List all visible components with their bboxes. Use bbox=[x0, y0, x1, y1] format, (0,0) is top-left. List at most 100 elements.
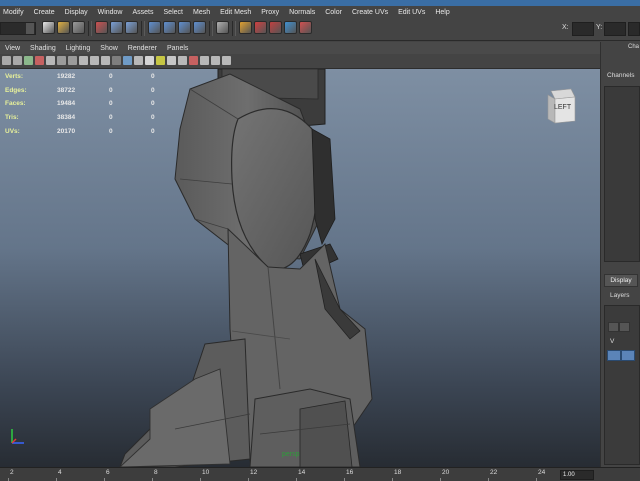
toolbar-icons bbox=[42, 21, 314, 37]
select-hierarchy-icon[interactable] bbox=[95, 21, 108, 34]
x-input[interactable] bbox=[572, 22, 594, 36]
axis-indicator bbox=[11, 429, 24, 444]
new-layer-icon[interactable] bbox=[608, 322, 619, 332]
panel-menu-lighting[interactable]: Lighting bbox=[61, 45, 96, 52]
panel-tool-icon[interactable] bbox=[46, 56, 55, 65]
hud-row: Verts: 19282 0 0 bbox=[5, 70, 193, 84]
menu-display[interactable]: Display bbox=[60, 9, 93, 16]
hud-row: Faces: 19484 0 0 bbox=[5, 97, 193, 111]
time-slider[interactable]: 1.00 2 4 6 8 10 12 14 16 18 20 22 24 bbox=[0, 467, 640, 481]
timeline-tick-label: 20 bbox=[442, 469, 450, 476]
hud-c2: 0 bbox=[151, 100, 155, 108]
panel-tool-icon[interactable] bbox=[189, 56, 198, 65]
panel-menu-view[interactable]: View bbox=[0, 45, 25, 52]
panel-tool-icon[interactable] bbox=[79, 56, 88, 65]
panel-menu-bar: View Shading Lighting Show Renderer Panels bbox=[0, 42, 600, 54]
hud-value: 38722 bbox=[57, 86, 76, 94]
save-scene-icon[interactable] bbox=[72, 21, 85, 34]
panel-tool-icon[interactable] bbox=[57, 56, 66, 65]
panel-tool-icon[interactable] bbox=[2, 56, 11, 65]
hud-c1: 0 bbox=[109, 127, 113, 135]
timeline-tick-label: 6 bbox=[106, 469, 110, 476]
panel-tool-icon[interactable] bbox=[24, 56, 33, 65]
panel-tool-icon[interactable] bbox=[123, 56, 132, 65]
history-icon[interactable] bbox=[216, 21, 229, 34]
channel-box-tab[interactable]: Cha bbox=[628, 44, 639, 50]
layer-row-selected[interactable] bbox=[621, 350, 635, 361]
panel-tool-icon[interactable] bbox=[35, 56, 44, 65]
y-field-label: Y: bbox=[596, 24, 603, 31]
render-icon[interactable] bbox=[239, 21, 252, 34]
hud-value: 38384 bbox=[57, 114, 76, 122]
panel-tool-icon[interactable] bbox=[222, 56, 231, 65]
perspective-viewport[interactable]: Verts: 19282 0 0 Edges: 38722 0 0 Faces: 19484 0 0 T… bbox=[0, 69, 600, 467]
menu-window[interactable]: Window bbox=[93, 9, 128, 16]
open-scene-icon[interactable] bbox=[57, 21, 70, 34]
new-scene-icon[interactable] bbox=[42, 21, 55, 34]
hud-label: Edges: bbox=[5, 86, 27, 94]
panel-tool-icon[interactable] bbox=[101, 56, 110, 65]
panel-tool-icon[interactable] bbox=[112, 56, 121, 65]
snap-curve-icon[interactable] bbox=[163, 21, 176, 34]
panel-tool-icon[interactable] bbox=[134, 56, 143, 65]
display-tab[interactable]: Display bbox=[604, 274, 638, 287]
ipr-render-icon[interactable] bbox=[254, 21, 267, 34]
panel-tool-icon[interactable] bbox=[68, 56, 77, 65]
select-component-icon[interactable] bbox=[125, 21, 138, 34]
hud-label: Verts: bbox=[5, 73, 24, 81]
hud-c2: 0 bbox=[151, 73, 155, 81]
hud-value: 19484 bbox=[57, 100, 76, 108]
hud-c1: 0 bbox=[109, 73, 113, 81]
panel-menu-show[interactable]: Show bbox=[95, 45, 123, 52]
panel-menu-panels[interactable]: Panels bbox=[162, 45, 193, 52]
timeline-tick-label: 22 bbox=[490, 469, 498, 476]
view-cube-label: LEFT bbox=[554, 104, 572, 111]
menu-help[interactable]: Help bbox=[430, 9, 454, 16]
select-object-icon[interactable] bbox=[110, 21, 123, 34]
panel-tool-icon[interactable] bbox=[13, 56, 22, 65]
toolbar-separator bbox=[232, 21, 236, 36]
panel-tool-icon[interactable] bbox=[211, 56, 220, 65]
layers-menu[interactable]: Layers bbox=[610, 292, 630, 299]
panel-menu-shading[interactable]: Shading bbox=[25, 45, 61, 52]
menu-assets[interactable]: Assets bbox=[128, 9, 159, 16]
timeline-tick-label: 24 bbox=[538, 469, 546, 476]
chevron-down-icon[interactable] bbox=[26, 23, 34, 34]
magnet-icon[interactable] bbox=[299, 21, 312, 34]
menu-select[interactable]: Select bbox=[159, 9, 188, 16]
menu-edit-mesh[interactable]: Edit Mesh bbox=[215, 9, 256, 16]
render-settings-icon[interactable] bbox=[269, 21, 282, 34]
panel-tool-icon[interactable] bbox=[167, 56, 176, 65]
menu-proxy[interactable]: Proxy bbox=[256, 9, 284, 16]
new-layer-selected-icon[interactable] bbox=[619, 322, 630, 332]
layer-visibility-toggle[interactable]: V bbox=[610, 338, 614, 345]
channel-list[interactable] bbox=[604, 86, 640, 262]
z-input[interactable] bbox=[628, 22, 640, 36]
panel-tool-icon[interactable] bbox=[145, 56, 154, 65]
menu-color[interactable]: Color bbox=[320, 9, 347, 16]
timeline-tick-label: 2 bbox=[10, 469, 14, 476]
sculpt-icon[interactable] bbox=[284, 21, 297, 34]
snap-plane-icon[interactable] bbox=[193, 21, 206, 34]
panel-tool-icon[interactable] bbox=[156, 56, 165, 65]
panel-tool-icon[interactable] bbox=[200, 56, 209, 65]
channels-menu[interactable]: Channels bbox=[607, 72, 634, 79]
menu-create[interactable]: Create bbox=[29, 9, 60, 16]
snap-point-icon[interactable] bbox=[178, 21, 191, 34]
snap-grid-icon[interactable] bbox=[148, 21, 161, 34]
menu-modify[interactable]: Modify bbox=[0, 9, 29, 16]
timeline-tick-label: 12 bbox=[250, 469, 258, 476]
menu-set-selector[interactable] bbox=[0, 22, 36, 35]
panel-tool-icon[interactable] bbox=[178, 56, 187, 65]
current-frame-field[interactable]: 1.00 bbox=[560, 470, 594, 480]
menu-create-uvs[interactable]: Create UVs bbox=[347, 9, 393, 16]
panel-menu-renderer[interactable]: Renderer bbox=[123, 45, 162, 52]
panel-tool-icon[interactable] bbox=[90, 56, 99, 65]
menu-edit-uvs[interactable]: Edit UVs bbox=[393, 9, 430, 16]
menu-mesh[interactable]: Mesh bbox=[188, 9, 215, 16]
timeline-tick-label: 8 bbox=[154, 469, 158, 476]
hud-c1: 0 bbox=[109, 86, 113, 94]
layer-color-swatch[interactable] bbox=[607, 350, 621, 361]
menu-normals[interactable]: Normals bbox=[284, 9, 320, 16]
y-input[interactable] bbox=[604, 22, 626, 36]
